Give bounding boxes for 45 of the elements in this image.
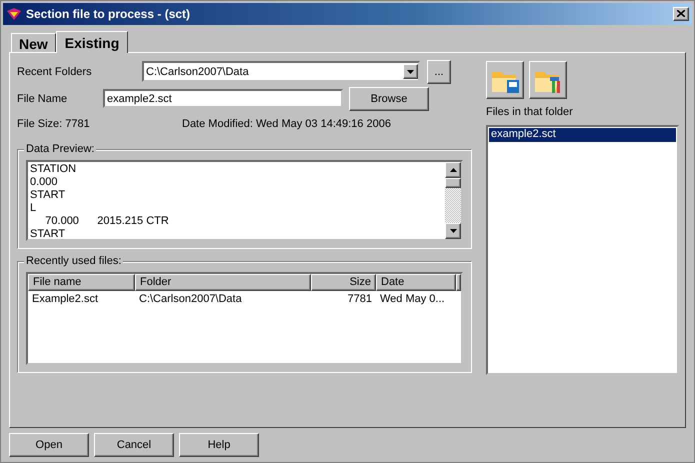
file-item[interactable]: example2.sct xyxy=(489,128,676,142)
scroll-down-button[interactable] xyxy=(445,222,461,239)
window-title: Section file to process - (sct) xyxy=(26,6,192,21)
group-title: Data Preview: xyxy=(24,142,96,155)
date-modified-text: Date Modified: Wed May 03 14:49:16 2006 xyxy=(182,118,391,130)
folder-dropdown[interactable]: C:\Carlson2007\Data xyxy=(142,61,420,82)
group-title: Recently used files: xyxy=(24,254,124,267)
dialog-button[interactable]: Open xyxy=(9,433,89,457)
dialog-button[interactable]: Cancel xyxy=(94,433,174,457)
scroll-up-button[interactable] xyxy=(445,162,461,178)
close-icon xyxy=(677,10,685,18)
dropdown-value: C:\Carlson2007\Data xyxy=(146,66,250,78)
folder-save-button[interactable] xyxy=(486,60,524,99)
up-arrow-icon xyxy=(450,168,456,172)
preview-line: START xyxy=(30,228,66,239)
browse-folder-button[interactable]: ... xyxy=(427,60,451,84)
folder-tools-button[interactable] xyxy=(529,60,567,99)
table-cell-text: C:\Carlson2007\Data xyxy=(138,292,243,307)
preview-line: START xyxy=(30,188,66,202)
down-arrow-icon xyxy=(450,228,456,233)
column-header[interactable]: Size xyxy=(311,274,376,291)
app-icon xyxy=(6,6,22,21)
tab[interactable]: New xyxy=(11,32,56,52)
preview-line: 70.000 2015.215 CTR xyxy=(44,214,170,228)
column-header[interactable]: Date xyxy=(376,274,456,291)
column-header[interactable] xyxy=(456,274,461,291)
file-name-input[interactable]: example2.sct xyxy=(103,89,343,108)
close-button[interactable] xyxy=(673,6,689,21)
field-label: Recent Folders xyxy=(17,66,93,78)
preview-line: 0.000 xyxy=(30,176,59,189)
browse-button[interactable]: Browse xyxy=(349,86,429,111)
column-header[interactable]: File name xyxy=(28,274,135,291)
field-label: File Name xyxy=(17,92,68,105)
table-cell-text: Wed May 0... xyxy=(379,292,446,307)
files-list-label: Files in that folder xyxy=(486,106,574,118)
dialog-button[interactable]: Help xyxy=(179,433,259,457)
table-cell-text: 7781 xyxy=(346,292,373,307)
scrollbar[interactable] xyxy=(445,162,461,239)
file-size-text: File Size: 7781 xyxy=(17,118,91,130)
preview-line: L xyxy=(30,202,38,215)
tab[interactable]: Existing xyxy=(56,30,128,53)
column-header[interactable]: Folder xyxy=(135,274,311,291)
scroll-thumb[interactable] xyxy=(445,178,461,188)
preview-line: STATION xyxy=(30,162,78,176)
table-cell-text: Example2.sct xyxy=(31,292,100,307)
